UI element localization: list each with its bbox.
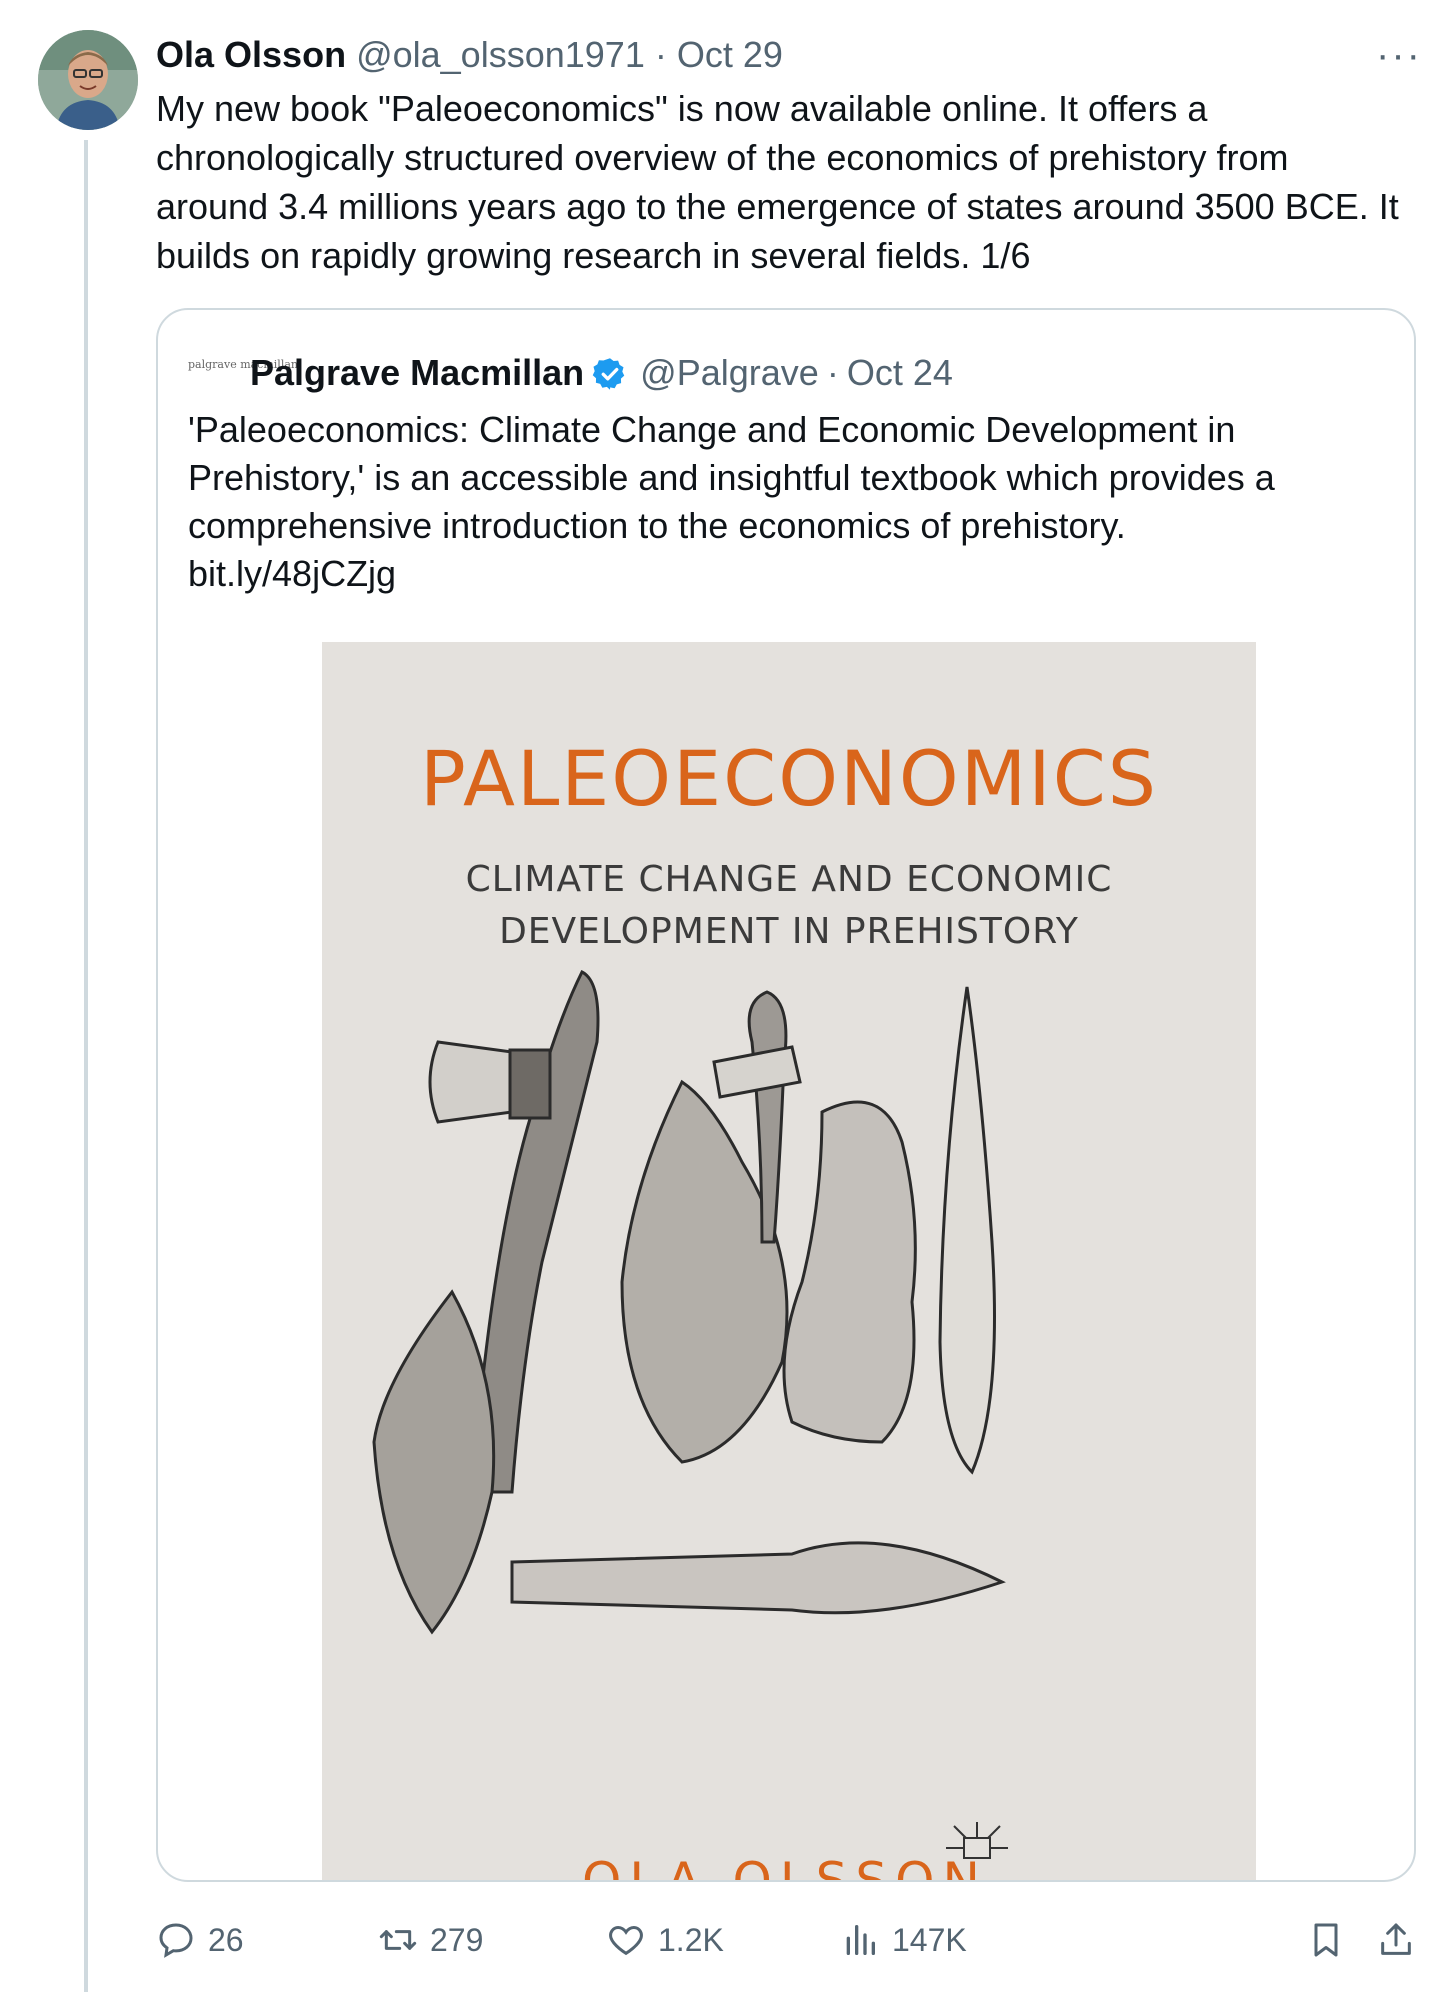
- verified-badge-icon: [592, 355, 628, 391]
- quoted-author-handle[interactable]: @Palgrave: [640, 348, 819, 398]
- repost-icon: [379, 1930, 417, 1950]
- cover-author: OLA OLSSON: [582, 1852, 988, 1882]
- quoted-tweet-header: palgrave macmillan Palgrave Macmillan @P…: [188, 348, 953, 398]
- publisher-mark-icon: [946, 1822, 1008, 1859]
- repost-button[interactable]: 279: [378, 1912, 483, 1968]
- author-handle[interactable]: @ola_olsson1971: [356, 34, 645, 75]
- like-count: 1.2K: [658, 1921, 724, 1958]
- action-bar: 26 279 1.2K 147K: [156, 1912, 1426, 1968]
- palgrave-logo: palgrave macmillan: [188, 358, 298, 371]
- bookmark-icon: [1314, 1923, 1338, 1957]
- share-button[interactable]: [1376, 1912, 1428, 1968]
- quoted-author-name[interactable]: Palgrave Macmillan: [250, 348, 584, 398]
- reply-count: 26: [208, 1921, 244, 1958]
- views-button[interactable]: 147K: [840, 1912, 967, 1968]
- repost-count: 279: [430, 1921, 484, 1958]
- reply-icon: [159, 1923, 193, 1958]
- quoted-tweet-text: 'Paleoeconomics: Climate Change and Econ…: [188, 406, 1388, 598]
- more-options-icon[interactable]: ···: [1376, 30, 1422, 80]
- share-icon: [1381, 1923, 1411, 1955]
- thread-line: [84, 140, 88, 1992]
- tweet-date[interactable]: Oct 29: [677, 34, 783, 75]
- separator: ·: [826, 352, 839, 393]
- stone-tools-illustration: [372, 969, 1006, 1635]
- avatar-image: [38, 30, 138, 130]
- separator: ·: [654, 34, 667, 75]
- tweet-header: Ola Olsson @ola_olsson1971 · Oct 29: [156, 30, 783, 80]
- quoted-tweet-date[interactable]: Oct 24: [847, 348, 953, 398]
- author-name[interactable]: Ola Olsson: [156, 34, 346, 75]
- avatar[interactable]: [38, 30, 138, 130]
- views-count: 147K: [892, 1921, 967, 1958]
- reply-button[interactable]: 26: [156, 1912, 244, 1968]
- heart-icon: [609, 1925, 643, 1956]
- like-button[interactable]: 1.2K: [606, 1912, 724, 1968]
- quoted-link[interactable]: bit.ly/48jCZjg: [188, 553, 396, 594]
- quoted-text-body: 'Paleoeconomics: Climate Change and Econ…: [188, 409, 1275, 546]
- analytics-icon: [846, 1925, 875, 1955]
- quoted-tweet[interactable]: palgrave macmillan Palgrave Macmillan @P…: [156, 308, 1416, 1882]
- book-cover-image[interactable]: PALEOECONOMICS CLIMATE CHANGE AND ECONOM…: [322, 642, 1256, 1882]
- bookmark-button[interactable]: [1306, 1912, 1358, 1968]
- tweet-text: My new book "Paleoeconomics" is now avai…: [156, 88, 1399, 276]
